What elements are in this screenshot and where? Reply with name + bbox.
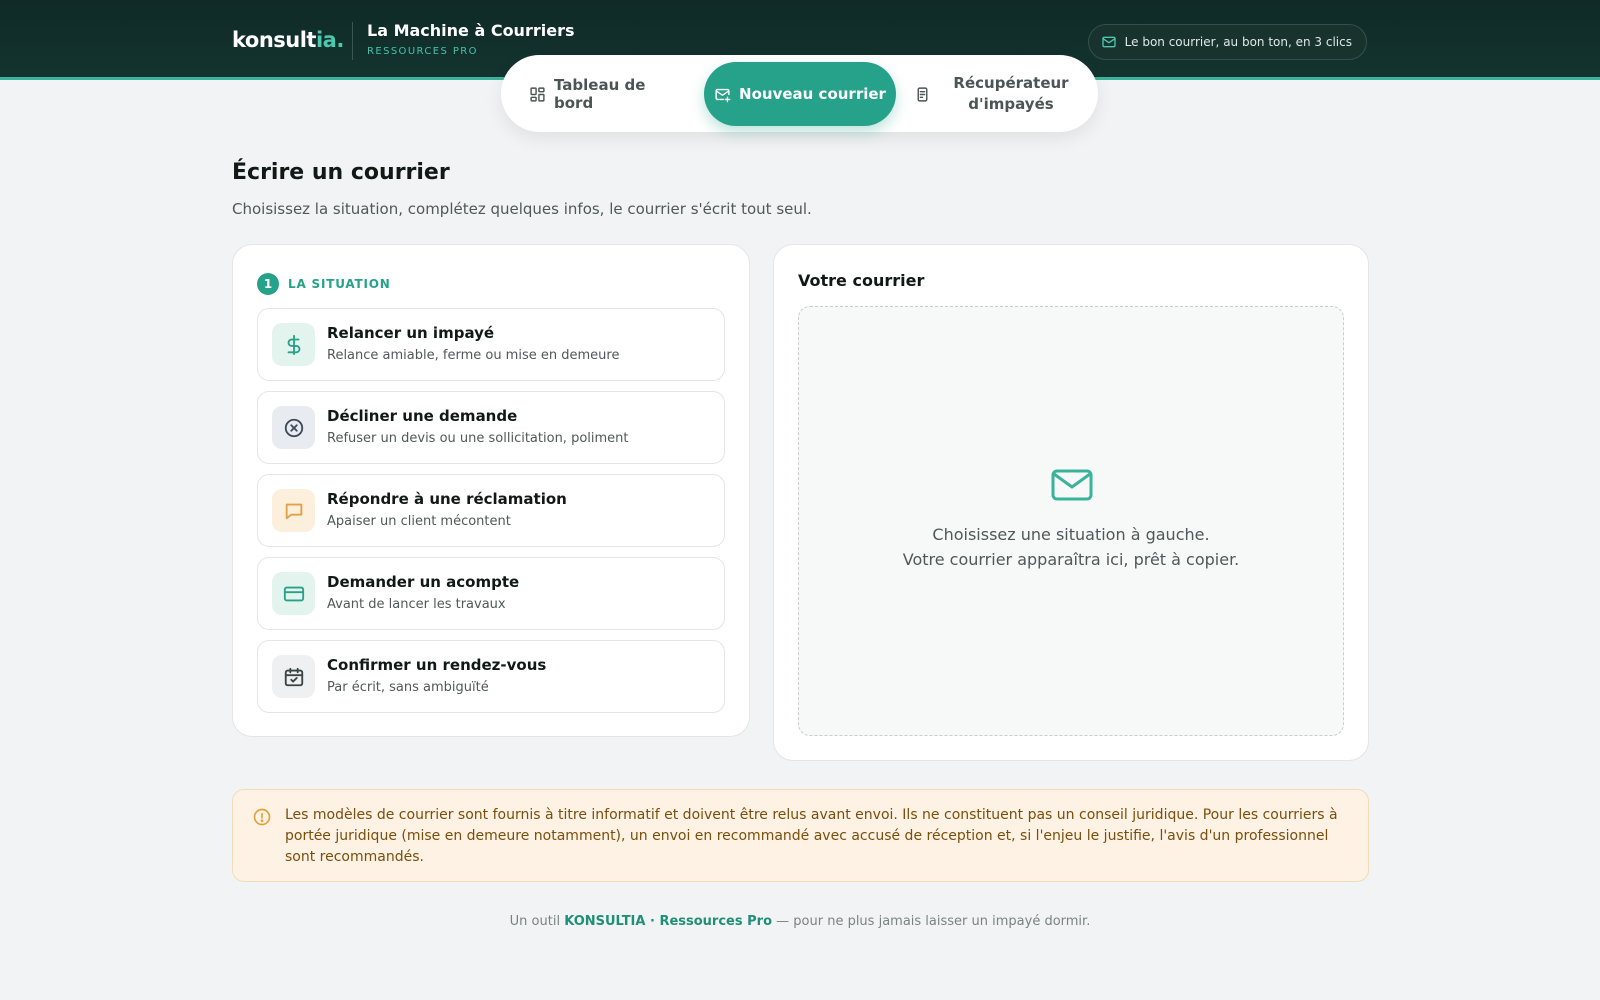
letter-preview-area: Choisissez une situation à gauche. Votre… <box>798 306 1344 736</box>
tab-dashboard[interactable]: Tableau de bord <box>515 62 685 126</box>
option-icon-box <box>272 655 315 698</box>
page-title: Écrire un courrier <box>232 160 450 185</box>
main-tabs: Tableau de bord Nouveau courrier Récupér… <box>501 55 1098 132</box>
tab-unpaid-recovery-label: Récupérateur d'impayés <box>953 74 1069 113</box>
tab-new-letter[interactable]: Nouveau courrier <box>704 62 896 126</box>
legal-notice: Les modèles de courrier sont fournis à t… <box>232 789 1369 882</box>
tab-new-letter-label: Nouveau courrier <box>739 85 886 103</box>
preview-empty-line-1: Choisissez une situation à gauche. <box>932 525 1210 544</box>
option-request-deposit[interactable]: Demander un acompte Avant de lancer les … <box>257 557 725 630</box>
brand-accent: ia. <box>315 28 344 52</box>
mail-icon <box>715 88 731 102</box>
option-description: Apaiser un client mécontent <box>327 514 511 529</box>
tab-dashboard-label: Tableau de bord <box>554 76 646 112</box>
x-circle-icon <box>284 418 303 437</box>
option-unpaid-reminder[interactable]: Relancer un impayé Relance amiable, ferm… <box>257 308 725 381</box>
option-icon-box <box>272 572 315 615</box>
option-title: Répondre à une réclamation <box>327 490 567 508</box>
preview-empty-line-2: Votre courrier apparaîtra ici, prêt à co… <box>902 550 1240 569</box>
footer-brand: KONSULTIA · Ressources Pro <box>564 914 773 929</box>
page-subtitle: Choisissez la situation, complétez quelq… <box>232 200 812 218</box>
option-answer-complaint[interactable]: Répondre à une réclamation Apaiser un cl… <box>257 474 725 547</box>
option-description: Avant de lancer les travaux <box>327 597 506 612</box>
brand-main: konsult <box>232 28 316 52</box>
option-description: Refuser un devis ou une sollicitation, p… <box>327 431 629 446</box>
option-icon-box <box>272 489 315 532</box>
grid-icon <box>530 86 545 102</box>
chat-icon <box>285 503 302 519</box>
app-subtitle: RESSOURCES PRO <box>367 46 478 57</box>
tagline-badge: Le bon courrier, au bon ton, en 3 clics <box>1087 24 1367 60</box>
mail-icon <box>1051 469 1093 501</box>
document-icon <box>917 86 928 102</box>
step-label: LA SITUATION <box>288 277 391 291</box>
situation-card: 1 LA SITUATION Relancer un impayé Relanc… <box>232 244 750 737</box>
step-number: 1 <box>257 273 279 295</box>
option-title: Décliner une demande <box>327 407 518 425</box>
footer-prefix: Un outil <box>509 914 565 929</box>
footer-suffix: — pour ne plus jamais laisser un impayé … <box>772 914 1091 929</box>
option-confirm-appointment[interactable]: Confirmer un rendez-vous Par écrit, sans… <box>257 640 725 713</box>
app-title: La Machine à Courriers <box>367 21 575 40</box>
option-title: Confirmer un rendez-vous <box>327 656 547 674</box>
option-description: Relance amiable, ferme ou mise en demeur… <box>327 348 620 363</box>
dollar-icon <box>287 334 300 355</box>
notice-text: Les modèles de courrier sont fournis à t… <box>285 807 1338 865</box>
option-decline-request[interactable]: Décliner une demande Refuser un devis ou… <box>257 391 725 464</box>
preview-title: Votre courrier <box>798 271 925 290</box>
option-title: Relancer un impayé <box>327 324 495 342</box>
option-icon-box <box>272 323 315 366</box>
footer: Un outil KONSULTIA · Ressources Pro — po… <box>0 914 1600 929</box>
option-icon-box <box>272 406 315 449</box>
calendar-check-icon <box>284 667 303 686</box>
option-title: Demander un acompte <box>327 573 520 591</box>
tagline-text: Le bon courrier, au bon ton, en 3 clics <box>1124 35 1352 49</box>
mail-icon <box>1101 36 1116 48</box>
option-description: Par écrit, sans ambiguïté <box>327 680 489 695</box>
info-icon <box>253 808 271 826</box>
brand-divider <box>352 22 353 60</box>
brand-logo[interactable]: konsultia. <box>232 28 344 52</box>
tab-unpaid-recovery[interactable]: Récupérateur d'impayés <box>914 62 1089 126</box>
card-icon <box>283 586 304 601</box>
step-header: 1 LA SITUATION <box>257 273 391 295</box>
letter-preview-card: Votre courrier Choisissez une situation … <box>773 244 1369 761</box>
